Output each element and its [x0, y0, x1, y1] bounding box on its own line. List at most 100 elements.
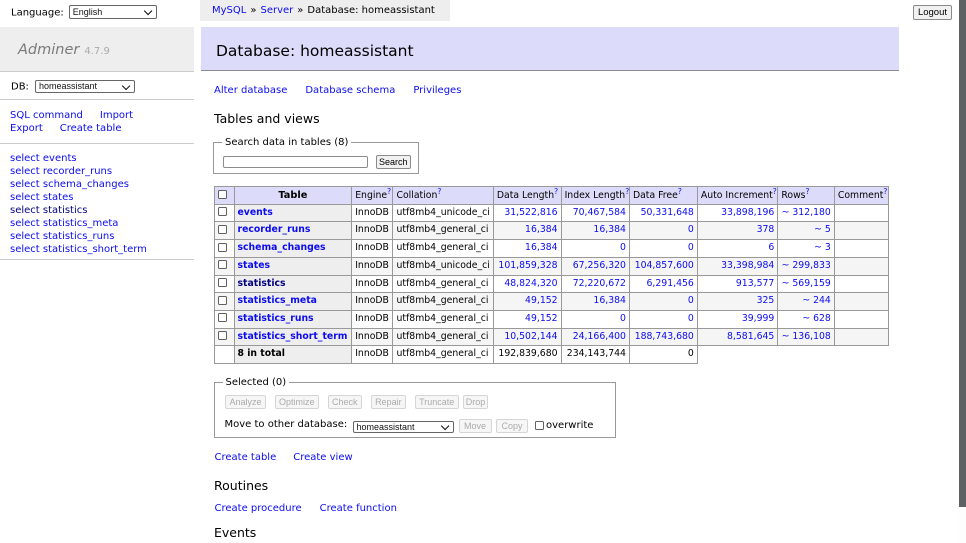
search-input[interactable]: [223, 156, 368, 168]
row-checkbox[interactable]: [218, 260, 227, 269]
auto-increment-link[interactable]: 378: [757, 224, 775, 235]
index-length-link[interactable]: 24,166,400: [573, 331, 626, 342]
sidebar-link-import[interactable]: Import: [100, 110, 133, 121]
table-name-link[interactable]: schema_changes: [238, 242, 326, 253]
table-name-link[interactable]: recorder_runs: [238, 224, 311, 235]
auto-increment-link[interactable]: 8,581,645: [727, 331, 774, 342]
data-length-link[interactable]: 49,152: [525, 313, 558, 324]
table-name-link[interactable]: statistics: [238, 278, 286, 289]
index-length-help-link[interactable]: ?: [625, 187, 629, 196]
table-name-link[interactable]: statistics_runs: [238, 313, 314, 324]
row-checkbox[interactable]: [218, 207, 227, 216]
data-free-link[interactable]: 50,331,648: [641, 207, 694, 218]
auto-increment-link[interactable]: 33,898,196: [721, 207, 774, 218]
create-table-link[interactable]: Create table: [215, 452, 277, 463]
row-checkbox[interactable]: [218, 331, 227, 340]
row-checkbox[interactable]: [218, 296, 227, 305]
create-view-link[interactable]: Create view: [293, 452, 352, 463]
data-free-help-link[interactable]: ?: [678, 187, 682, 196]
data-free-link[interactable]: 6,291,456: [647, 278, 694, 289]
rows-count-link[interactable]: ~ 5: [814, 224, 831, 235]
rows-help-link[interactable]: ?: [806, 187, 810, 196]
data-free-link[interactable]: 0: [688, 224, 694, 235]
logout-button[interactable]: Logout: [913, 5, 952, 20]
db-select[interactable]: homeassistant: [35, 80, 135, 93]
rows-count-link[interactable]: ~ 299,833: [782, 260, 831, 271]
index-length-link[interactable]: 0: [620, 313, 626, 324]
data-free-link[interactable]: 0: [688, 242, 694, 253]
rows-count-link[interactable]: ~ 136,108: [782, 331, 831, 342]
sidebar-item-select-statistics-short-term[interactable]: select statistics_short_term: [10, 243, 147, 256]
table-name-link[interactable]: statistics_short_term: [238, 331, 348, 342]
sidebar-link-export[interactable]: Export: [10, 123, 43, 134]
row-checkbox[interactable]: [218, 313, 227, 322]
sidebar-item-select-states[interactable]: select states: [10, 191, 147, 204]
table-name-link[interactable]: states: [238, 260, 271, 271]
move-db-select[interactable]: homeassistant: [353, 421, 454, 433]
search-button[interactable]: Search: [376, 155, 412, 169]
index-length-link[interactable]: 16,384: [593, 295, 626, 306]
sidebar-item-select-recorder-runs[interactable]: select recorder_runs: [10, 165, 147, 178]
sidebar-link-sql-command[interactable]: SQL command: [10, 110, 83, 121]
create-function-link[interactable]: Create function: [320, 503, 397, 514]
create-procedure-link[interactable]: Create procedure: [215, 503, 302, 514]
truncate-button[interactable]: Truncate: [415, 395, 459, 409]
data-free-link[interactable]: 0: [688, 313, 694, 324]
row-checkbox[interactable]: [218, 278, 227, 287]
rows-count-link[interactable]: ~ 244: [802, 295, 831, 306]
auto-increment-link[interactable]: 39,999: [742, 313, 775, 324]
sidebar-item-select-statistics[interactable]: select statistics: [10, 204, 147, 217]
check-button[interactable]: Check: [328, 395, 363, 409]
auto-increment-link[interactable]: 913,577: [736, 278, 774, 289]
auto-increment-link[interactable]: 325: [757, 295, 775, 306]
auto-increment-link[interactable]: 33,398,984: [721, 260, 774, 271]
collation-help-link[interactable]: ?: [437, 187, 441, 196]
comment-help-link[interactable]: ?: [883, 187, 887, 196]
database-schema-link[interactable]: Database schema: [305, 85, 395, 96]
breadcrumb-mysql[interactable]: MySQL: [212, 5, 246, 16]
row-checkbox[interactable]: [218, 243, 227, 252]
index-length-link[interactable]: 0: [620, 242, 626, 253]
data-length-link[interactable]: 49,152: [525, 295, 558, 306]
sidebar-item-select-schema-changes[interactable]: select schema_changes: [10, 178, 147, 191]
optimize-button[interactable]: Optimize: [275, 395, 320, 409]
sidebar-item-select-statistics-runs[interactable]: select statistics_runs: [10, 230, 147, 243]
sidebar-link-create-table[interactable]: Create table: [60, 123, 122, 134]
data-length-link[interactable]: 101,859,328: [498, 260, 557, 271]
table-name-link[interactable]: statistics_meta: [238, 295, 317, 306]
sidebar-item-select-events[interactable]: select events: [10, 152, 147, 165]
privileges-link[interactable]: Privileges: [413, 85, 461, 96]
scrollbar-thumb[interactable]: [959, 0, 966, 507]
data-length-link[interactable]: 31,522,816: [504, 207, 557, 218]
auto-increment-link[interactable]: 6: [768, 242, 774, 253]
data-length-link[interactable]: 16,384: [525, 242, 558, 253]
adminer-logo[interactable]: Adminer: [18, 42, 79, 58]
data-free-link[interactable]: 188,743,680: [635, 331, 694, 342]
rows-count-link[interactable]: ~ 628: [802, 313, 831, 324]
data-length-link[interactable]: 10,502,144: [504, 331, 557, 342]
alter-database-link[interactable]: Alter database: [214, 85, 287, 96]
copy-button[interactable]: Copy: [496, 419, 528, 433]
data-length-help-link[interactable]: ?: [554, 187, 558, 196]
table-name-link[interactable]: events: [238, 207, 273, 218]
scrollbar-track[interactable]: [959, 0, 966, 543]
select-all-checkbox[interactable]: [218, 190, 227, 199]
overwrite-checkbox[interactable]: [535, 421, 544, 430]
analyze-button[interactable]: Analyze: [225, 395, 266, 409]
drop-button[interactable]: Drop: [463, 395, 489, 409]
auto-increment-help-link[interactable]: ?: [773, 187, 777, 196]
rows-count-link[interactable]: ~ 569,159: [782, 278, 831, 289]
move-button[interactable]: Move: [459, 419, 492, 433]
data-length-link[interactable]: 48,824,320: [504, 278, 557, 289]
index-length-link[interactable]: 72,220,672: [573, 278, 626, 289]
repair-button[interactable]: Repair: [371, 395, 407, 409]
data-free-link[interactable]: 104,857,600: [635, 260, 694, 271]
index-length-link[interactable]: 70,467,584: [573, 207, 626, 218]
row-checkbox[interactable]: [218, 225, 227, 234]
breadcrumb-server[interactable]: Server: [260, 5, 293, 16]
index-length-link[interactable]: 67,256,320: [573, 260, 626, 271]
data-length-link[interactable]: 16,384: [525, 224, 558, 235]
index-length-link[interactable]: 16,384: [593, 224, 626, 235]
sidebar-item-select-statistics-meta[interactable]: select statistics_meta: [10, 217, 147, 230]
engine-help-link[interactable]: ?: [387, 187, 391, 196]
